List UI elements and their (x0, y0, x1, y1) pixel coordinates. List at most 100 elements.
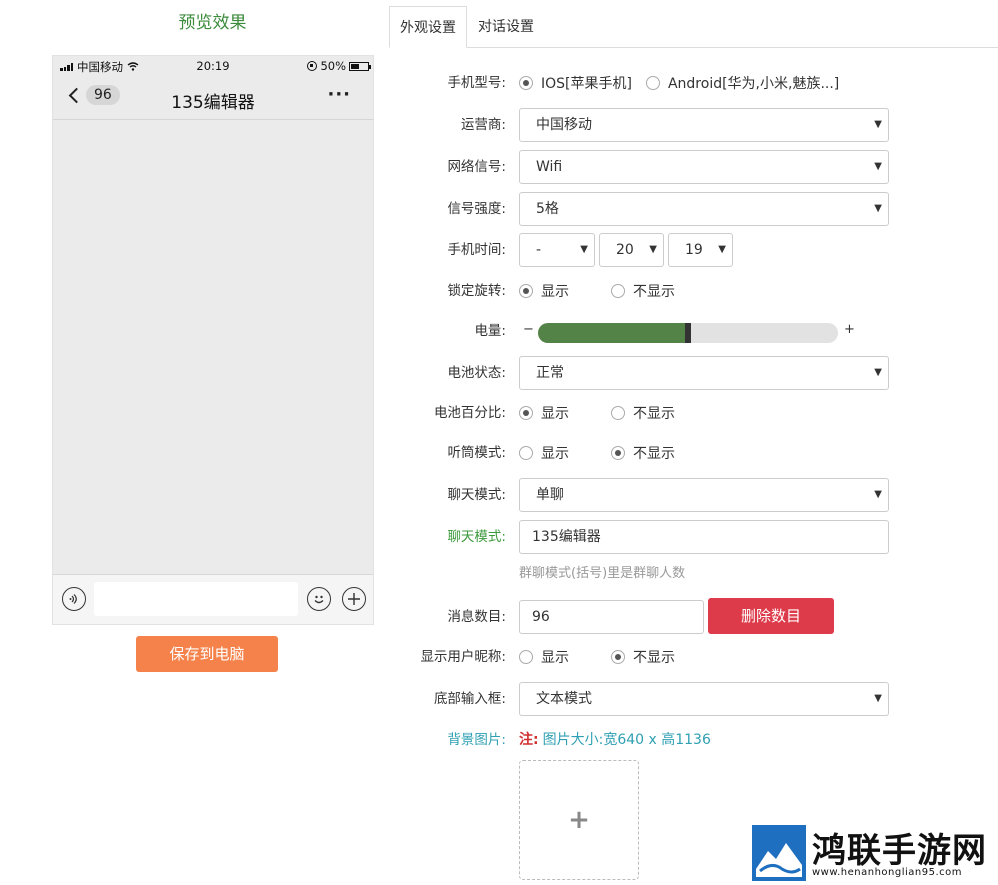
battery-slider[interactable] (538, 323, 838, 343)
phone-model-row: 手机型号: IOS[苹果手机] Android[华为,小米,魅族...] (400, 66, 998, 100)
battery-slider-handle[interactable] (685, 323, 691, 343)
phone-model-android-option[interactable]: Android[华为,小米,魅族...] (645, 73, 839, 93)
time-hour-select[interactable]: 20 ▼ (599, 233, 664, 267)
watermark-text: 鸿联手游网 (812, 831, 987, 871)
caret-down-icon: ▼ (718, 244, 726, 255)
radio-icon[interactable] (519, 446, 533, 460)
carrier-label: 运营商: (460, 117, 506, 133)
time-period-select[interactable]: - ▼ (519, 233, 595, 267)
battery-slider-fill (538, 323, 688, 343)
radio-icon[interactable] (519, 284, 533, 298)
bottom-input-label: 底部输入框: (433, 691, 506, 707)
radio-icon[interactable] (519, 76, 533, 90)
radio-icon[interactable] (519, 650, 533, 664)
chat-mode-label: 聊天模式: (447, 487, 506, 503)
chat-input-bar (53, 574, 373, 624)
network-row: 网络信号: Wifi ▼ (400, 150, 998, 184)
message-count-row: 消息数目: 96 删除数目 (400, 598, 998, 634)
show-nickname-hide-option[interactable]: 不显示 (611, 647, 675, 667)
chat-nav-bar: 96 135编辑器 ··· (53, 76, 373, 120)
radio-icon[interactable] (611, 406, 625, 420)
caret-down-icon: ▼ (874, 693, 882, 704)
watermark-url: www.henanhonglian95.com (812, 867, 963, 878)
carrier-select[interactable]: 中国移动 ▼ (519, 108, 889, 142)
battery-percent-hide-option[interactable]: 不显示 (611, 403, 675, 423)
chat-name-input[interactable]: 135编辑器 (519, 520, 889, 554)
status-bar: 中国移动 20:19 50% (53, 56, 373, 76)
radio-icon[interactable] (611, 284, 625, 298)
signal-strength-select[interactable]: 5格 ▼ (519, 192, 889, 226)
earpiece-mode-show-option[interactable]: 显示 (519, 443, 611, 463)
earpiece-mode-row: 听筒模式: 显示 不显示 (400, 436, 998, 470)
radio-icon[interactable] (611, 446, 625, 460)
chevron-left-icon (68, 87, 85, 103)
battery-decrease-button[interactable]: − (523, 322, 534, 337)
chat-name-label: 聊天模式: (447, 529, 506, 545)
show-nickname-label: 显示用户昵称: (420, 649, 506, 665)
lock-rotation-row: 锁定旋转: 显示 不显示 (400, 274, 998, 308)
bottom-input-select[interactable]: 文本模式 ▼ (519, 682, 889, 716)
status-battery-percent: 50% (320, 59, 346, 73)
caret-down-icon: ▼ (874, 119, 882, 130)
voice-icon[interactable] (62, 587, 86, 611)
battery-icon (349, 61, 371, 71)
message-count-label: 消息数目: (447, 609, 506, 625)
caret-down-icon: ▼ (649, 244, 657, 255)
delete-count-button[interactable]: 删除数目 (708, 598, 834, 634)
back-button[interactable]: 96 (67, 85, 120, 105)
chat-mode-row: 聊天模式: 单聊 ▼ (400, 478, 998, 512)
more-icon[interactable]: ··· (327, 84, 351, 105)
lock-rotation-hide-option[interactable]: 不显示 (611, 281, 675, 301)
caret-down-icon: ▼ (874, 489, 882, 500)
background-image-note: 注: 图片大小:宽640 x 高1136 (519, 732, 711, 748)
signal-strength-row: 信号强度: 5格 ▼ (400, 192, 998, 226)
radio-icon[interactable] (519, 406, 533, 420)
upload-image-button[interactable]: + (519, 760, 639, 880)
phone-preview: 中国移动 20:19 50% 96 135编辑器 ··· (52, 55, 374, 625)
battery-status-row: 电池状态: 正常 ▼ (400, 356, 998, 390)
chat-mode-select[interactable]: 单聊 ▼ (519, 478, 889, 512)
preview-title: 预览效果 (178, 13, 247, 33)
phone-model-label: 手机型号: (447, 75, 506, 91)
tab-dialog[interactable]: 对话设置 (469, 6, 543, 48)
battery-percent-row: 电池百分比: 显示 不显示 (400, 396, 998, 430)
network-label: 网络信号: (447, 159, 506, 175)
radio-icon[interactable] (611, 650, 625, 664)
battery-increase-button[interactable]: + (844, 322, 855, 337)
signal-strength-label: 信号强度: (447, 201, 506, 217)
bottom-input-row: 底部输入框: 文本模式 ▼ (400, 682, 998, 716)
phone-time-row: 手机时间: - ▼ 20 ▼ 19 ▼ (400, 233, 998, 267)
rotation-lock-icon (307, 61, 318, 71)
show-nickname-row: 显示用户昵称: 显示 不显示 (400, 640, 998, 674)
emoji-icon[interactable] (307, 587, 331, 611)
phone-model-ios-option[interactable]: IOS[苹果手机] (519, 73, 632, 93)
radio-icon[interactable] (645, 76, 660, 90)
settings-tabs: 外观设置 对话设置 (389, 6, 998, 48)
message-input[interactable] (94, 582, 298, 616)
watermark-logo (752, 825, 806, 881)
lock-rotation-show-option[interactable]: 显示 (519, 281, 611, 301)
carrier-row: 运营商: 中国移动 ▼ (400, 108, 998, 142)
show-nickname-show-option[interactable]: 显示 (519, 647, 611, 667)
battery-status-select[interactable]: 正常 ▼ (519, 356, 889, 390)
background-image-label: 背景图片: (447, 732, 506, 748)
chat-mode-hint: 群聊模式(括号)里是群聊人数 (519, 566, 686, 581)
earpiece-mode-label: 听筒模式: (447, 445, 506, 461)
caret-down-icon: ▼ (580, 244, 588, 255)
network-select[interactable]: Wifi ▼ (519, 150, 889, 184)
lock-rotation-label: 锁定旋转: (447, 283, 506, 299)
tab-appearance[interactable]: 外观设置 (389, 6, 467, 48)
unread-badge: 96 (86, 85, 120, 105)
battery-row: 电量: − + (400, 314, 998, 348)
caret-down-icon: ▼ (874, 367, 882, 378)
site-watermark: 鸿联手游网 www.henanhonglian95.com (750, 823, 998, 885)
battery-percent-show-option[interactable]: 显示 (519, 403, 611, 423)
plus-icon[interactable] (342, 587, 366, 611)
time-minute-select[interactable]: 19 ▼ (668, 233, 733, 267)
battery-label: 电量: (474, 323, 506, 339)
save-to-computer-button[interactable]: 保存到电脑 (136, 636, 278, 672)
earpiece-mode-hide-option[interactable]: 不显示 (611, 443, 675, 463)
background-image-row: 背景图片: 注: 图片大小:宽640 x 高1136 (400, 723, 998, 757)
caret-down-icon: ▼ (874, 203, 882, 214)
battery-percent-label: 电池百分比: (433, 405, 506, 421)
